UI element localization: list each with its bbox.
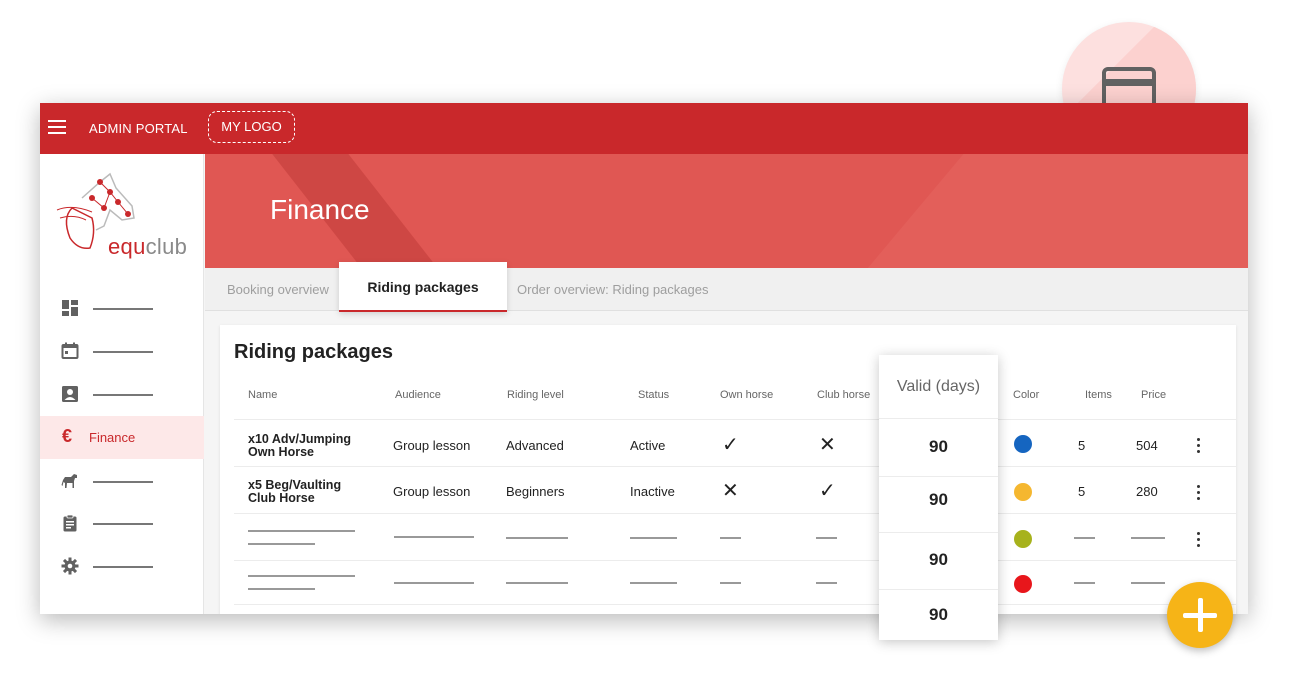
sidebar-item-placeholder-line [93,523,153,525]
sidebar-item-horses[interactable] [40,460,204,503]
package-riding-level: Beginners [506,484,565,499]
calendar-icon [61,342,79,359]
column-header-name[interactable]: Name [248,389,277,401]
package-riding-level: Advanced [506,438,564,453]
package-price: 504 [1136,438,1158,453]
contact-card-icon [62,386,78,402]
package-color-swatch [1014,483,1032,501]
valid-days-value: 90 [929,605,948,624]
club-horse-check-icon: ✓ [819,480,836,502]
own-horse-check-icon: ✓ [722,434,739,456]
placeholder-line [816,537,837,539]
column-header-audience[interactable]: Audience [395,389,441,401]
placeholder-line [248,588,315,590]
valid-days-value: 90 [929,550,948,569]
row-more-icon[interactable] [1192,436,1204,454]
placeholder-line [720,582,741,584]
dashboard-icon [62,300,78,316]
package-items: 5 [1078,438,1086,453]
clipboard-icon [63,514,77,532]
placeholder-line [394,582,474,584]
package-color-swatch [1014,530,1032,548]
sidebar: equclub € Finance [40,154,204,614]
row-more-icon[interactable] [1192,483,1204,501]
placeholder-line [248,575,355,577]
package-audience: Group lesson [393,484,471,499]
package-name: x10 Adv/Jumping Own Horse [248,432,352,459]
package-color-swatch [1014,435,1032,453]
sidebar-item-label: Finance [89,430,136,445]
add-package-button[interactable] [1167,582,1233,648]
top-app-bar: ADMIN PORTAL MY LOGO [40,103,1248,154]
column-header-club-horse[interactable]: Club horse [817,389,870,401]
column-header-price[interactable]: Price [1141,389,1166,401]
sidebar-item-placeholder-line [93,308,153,310]
portal-label: ADMIN PORTAL [89,121,188,136]
page-title: Finance [270,194,370,225]
sidebar-item-dashboard[interactable] [40,287,204,330]
placeholder-line [248,543,315,545]
package-color-swatch [1014,575,1032,593]
valid-days-value: 90 [929,437,948,456]
column-header-riding-level[interactable]: Riding level [507,389,564,401]
column-header-color[interactable]: Color [1013,389,1039,401]
placeholder-line [816,582,837,584]
column-header-own-horse[interactable]: Own horse [720,389,773,401]
sidebar-item-placeholder-line [93,351,153,353]
logo-placeholder[interactable]: MY LOGO [208,111,295,143]
placeholder-line [720,537,741,539]
placeholder-line [1074,582,1095,584]
column-header-valid-days[interactable]: Valid (days) [879,355,998,419]
club-horse-cross-icon: ✕ [819,434,836,456]
package-name: x5 Beg/Vaulting Club Horse [248,478,342,505]
valid-days-column-highlight: Valid (days) 90 90 90 90 [879,355,998,640]
sidebar-item-contacts[interactable] [40,373,204,416]
tab-order-overview[interactable]: Order overview: Riding packages [517,268,708,311]
tab-booking-overview[interactable]: Booking overview [227,268,329,311]
package-status: Active [630,438,666,453]
placeholder-line [1131,537,1165,539]
hamburger-menu-icon[interactable] [48,120,66,136]
sidebar-item-tasks[interactable] [40,502,204,545]
placeholder-line [506,582,568,584]
package-audience: Group lesson [393,438,471,453]
sidebar-item-placeholder-line [93,481,153,483]
page-header-banner: Finance [205,154,1248,268]
tab-riding-packages[interactable]: Riding packages [339,262,507,312]
placeholder-line [630,537,677,539]
own-horse-cross-icon: ✕ [722,480,739,502]
sidebar-item-placeholder-line [93,566,153,568]
brand-suffix: club [145,234,188,259]
column-header-status[interactable]: Status [638,389,669,401]
package-items: 5 [1078,484,1086,499]
sidebar-item-placeholder-line [93,394,153,396]
horse-icon [61,474,77,488]
placeholder-line [394,536,474,538]
equclub-logo: equclub [52,168,202,259]
placeholder-line [630,582,677,584]
sidebar-item-finance[interactable]: € Finance [40,416,204,459]
gear-icon [61,557,79,575]
euro-icon: € [62,426,73,446]
placeholder-line [1074,537,1095,539]
package-price: 280 [1136,484,1158,499]
brand-prefix: equ [108,234,146,259]
placeholder-line [506,537,568,539]
row-more-icon[interactable] [1192,530,1204,548]
placeholder-line [248,530,355,532]
column-header-items[interactable]: Items [1085,389,1112,401]
placeholder-line [1131,582,1165,584]
tab-bar: Booking overview Riding packages Order o… [205,262,1248,312]
sidebar-item-calendar[interactable] [40,330,204,373]
package-status: Inactive [630,484,675,499]
table-title: Riding packages [234,341,393,363]
admin-app-window: ADMIN PORTAL MY LOGO equclub € Finance F… [40,103,1248,614]
sidebar-item-settings[interactable] [40,545,204,588]
riding-packages-card: Riding packages Name Audience Riding lev… [220,325,1237,614]
valid-days-value: 90 [929,490,948,509]
